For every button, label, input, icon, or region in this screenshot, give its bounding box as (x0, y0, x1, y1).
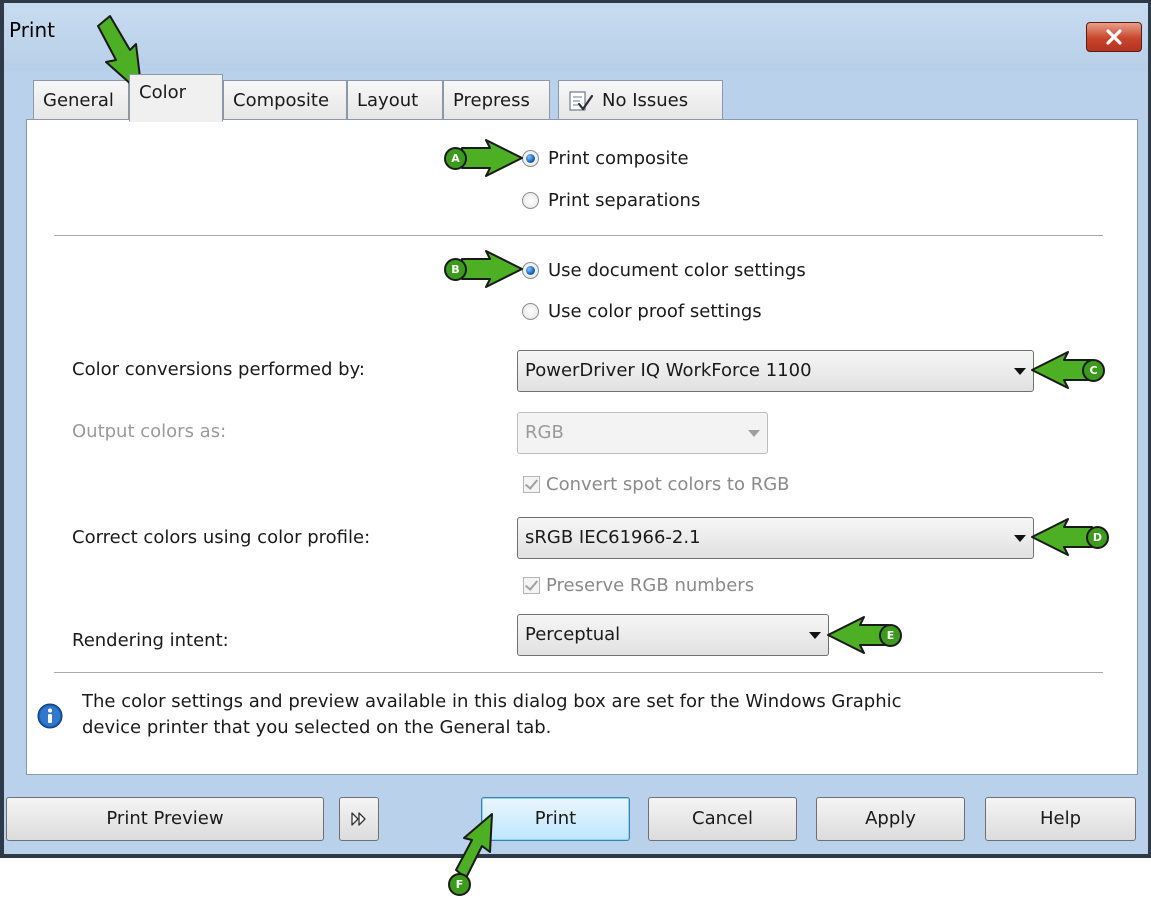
double-chevron-right-icon (351, 812, 366, 826)
tab-composite[interactable]: Composite (223, 80, 347, 120)
button-label: Print Preview (106, 808, 224, 829)
preserve-rgb-checkbox[interactable]: Preserve RGB numbers (523, 575, 754, 596)
dropdown-value: PowerDriver IQ WorkForce 1100 (525, 360, 812, 381)
conversions-dropdown[interactable]: PowerDriver IQ WorkForce 1100 (517, 350, 1034, 392)
color-profile-label: Correct colors using color profile: (72, 527, 371, 548)
print-preview-button[interactable]: Print Preview (6, 797, 324, 841)
tab-color[interactable]: Color (129, 74, 223, 122)
use-proof-color-radio[interactable]: Use color proof settings (522, 301, 762, 322)
dropdown-value: Perceptual (525, 624, 621, 645)
tab-label: No Issues (602, 89, 689, 111)
tab-label: Layout (357, 90, 419, 111)
output-colors-label: Output colors as: (72, 421, 227, 442)
callout-a: A (444, 147, 467, 170)
checkbox-label: Convert spot colors to RGB (546, 474, 790, 495)
chevron-down-icon (1014, 368, 1026, 375)
rendering-intent-label: Rendering intent: (72, 630, 229, 651)
radio-selected-icon (522, 262, 539, 279)
tab-layout[interactable]: Layout (347, 80, 443, 120)
expand-preview-button[interactable] (339, 797, 379, 841)
button-label: Apply (865, 808, 916, 829)
chevron-down-icon (1014, 535, 1026, 542)
print-composite-radio[interactable]: Print composite (522, 148, 689, 169)
tab-label: Prepress (453, 90, 530, 111)
convert-spot-checkbox[interactable]: Convert spot colors to RGB (523, 474, 790, 495)
close-button[interactable] (1086, 22, 1142, 52)
radio-label: Use document color settings (548, 260, 806, 281)
radio-label: Print composite (548, 148, 689, 169)
callout-arrow-d (1031, 518, 1093, 556)
callout-arrow-f (455, 813, 493, 879)
checkbox-checked-icon (523, 577, 540, 594)
chevron-down-icon (809, 632, 821, 639)
callout-c: C (1082, 359, 1105, 382)
help-button[interactable]: Help (985, 797, 1136, 841)
divider (54, 235, 1103, 236)
callout-d: D (1086, 526, 1109, 549)
window-title: Print (9, 18, 56, 42)
chevron-down-icon (748, 430, 760, 437)
info-icon (37, 703, 63, 729)
color-profile-dropdown[interactable]: sRGB IEC61966-2.1 (517, 517, 1034, 559)
output-colors-dropdown[interactable]: RGB (517, 412, 768, 454)
dropdown-value: sRGB IEC61966-2.1 (525, 527, 701, 548)
callout-e: E (879, 624, 902, 647)
radio-label: Use color proof settings (548, 301, 762, 322)
callout-arrow-a (461, 139, 523, 177)
callout-arrow-b (461, 250, 523, 288)
radio-label: Print separations (548, 190, 701, 211)
cancel-button[interactable]: Cancel (648, 797, 797, 841)
radio-unselected-icon (522, 303, 539, 320)
info-line: device printer that you selected on the … (82, 717, 552, 738)
checkbox-label: Preserve RGB numbers (546, 575, 755, 596)
tab-label: Composite (233, 90, 330, 111)
tab-label: Color (139, 82, 186, 103)
title-bar[interactable] (4, 3, 1148, 71)
print-separations-radio[interactable]: Print separations (522, 190, 700, 211)
button-label: Cancel (692, 808, 753, 829)
radio-unselected-icon (522, 192, 539, 209)
tab-prepress[interactable]: Prepress (443, 80, 550, 120)
button-label: Print (534, 808, 577, 829)
checkbox-checked-icon (523, 476, 540, 493)
tab-no-issues[interactable]: No Issues (558, 80, 723, 120)
close-icon (1106, 29, 1122, 45)
divider (54, 672, 1103, 673)
rendering-intent-dropdown[interactable]: Perceptual (517, 614, 829, 656)
use-document-color-radio[interactable]: Use document color settings (522, 260, 806, 281)
print-button[interactable]: Print (481, 797, 630, 841)
radio-selected-icon (522, 150, 539, 167)
checklist-icon (569, 90, 594, 111)
conversions-label: Color conversions performed by: (72, 359, 365, 380)
button-label: Help (1039, 808, 1082, 829)
callout-b: B (444, 258, 467, 281)
dropdown-value: RGB (525, 422, 564, 443)
info-line: The color settings and preview available… (82, 691, 902, 712)
info-message: The color settings and preview available… (82, 689, 902, 741)
apply-button[interactable]: Apply (816, 797, 965, 841)
callout-f: F (448, 873, 471, 896)
